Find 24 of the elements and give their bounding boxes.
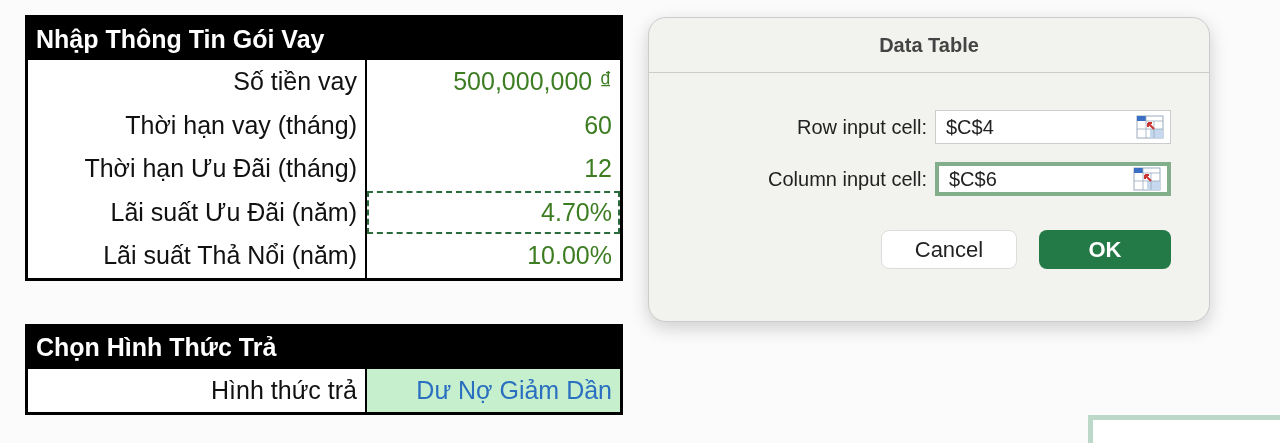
row-label: Số tiền vay xyxy=(28,60,367,104)
table-title: Nhập Thông Tin Gói Vay xyxy=(28,18,620,60)
cell-picker-icon[interactable] xyxy=(1133,167,1161,191)
row-label: Thời hạn vay (tháng) xyxy=(28,103,367,147)
value-cell[interactable]: 60 xyxy=(367,103,620,147)
value-cell[interactable]: 12 xyxy=(367,147,620,191)
value-cell[interactable]: Dư Nợ Giảm Dần xyxy=(367,368,620,412)
input-field[interactable]: $C$4 xyxy=(935,110,1171,144)
cell-reference-input[interactable]: $C$4 xyxy=(944,114,1128,140)
value-cell[interactable]: 500,000,000 ₫ xyxy=(367,60,620,104)
field-label: Row input cell: xyxy=(796,115,927,139)
dialog-title: Data Table xyxy=(649,18,1209,73)
field-label: Column input cell: xyxy=(768,167,927,191)
cell-reference-input[interactable]: $C$6 xyxy=(947,166,1131,192)
cancel-button[interactable]: Cancel xyxy=(881,230,1017,269)
cell-picker-icon[interactable] xyxy=(1136,115,1164,139)
ok-button[interactable]: OK xyxy=(1039,230,1171,269)
row-label: Lãi suất Thả Nổi (năm) xyxy=(28,234,367,278)
table-title: Chọn Hình Thức Trả xyxy=(28,326,620,369)
value-cell[interactable]: 10.00% xyxy=(367,234,620,278)
row-label: Lãi suất Ưu Đãi (năm) xyxy=(28,190,367,234)
row-label: Thời hạn Ưu Đãi (tháng) xyxy=(28,147,367,191)
input-field[interactable]: $C$6 xyxy=(935,162,1171,196)
value-cell[interactable]: 4.70% xyxy=(367,190,620,234)
